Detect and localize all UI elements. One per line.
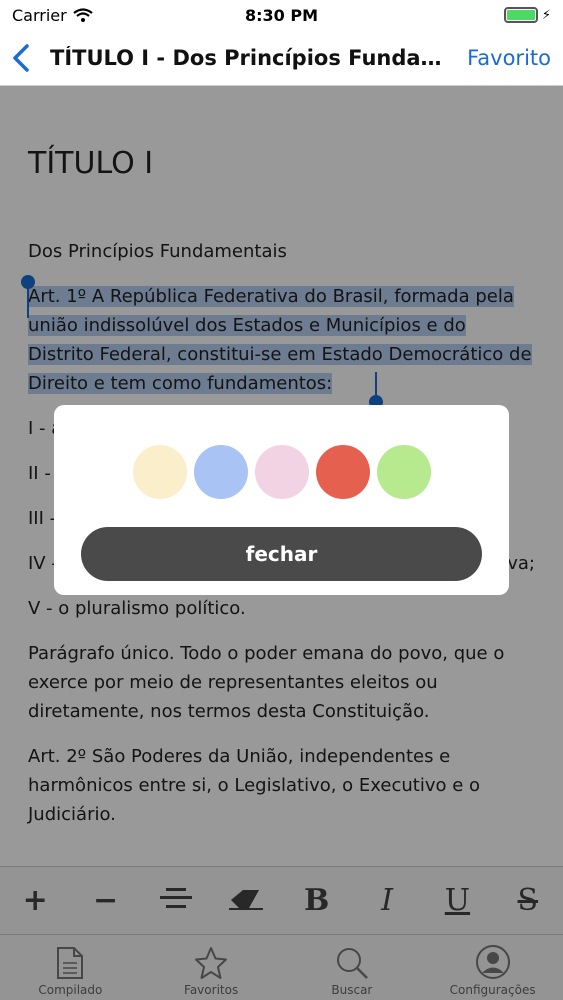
color-swatch-pink[interactable] xyxy=(254,445,309,499)
color-swatch-red[interactable] xyxy=(315,445,370,499)
nav-title: TÍTULO I - Dos Princípios Fundam... xyxy=(50,45,467,70)
status-bar: Carrier 8:30 PM ⚡ xyxy=(0,0,563,30)
status-time: 8:30 PM xyxy=(244,5,318,25)
color-swatch-row xyxy=(54,445,509,499)
highlight-color-modal: fechar xyxy=(54,405,509,595)
color-swatch-blue[interactable] xyxy=(193,445,248,499)
navigation-bar: TÍTULO I - Dos Princípios Fundam... Favo… xyxy=(0,30,563,86)
back-chevron-icon[interactable] xyxy=(12,40,40,76)
color-swatch-yellow[interactable] xyxy=(132,445,187,499)
close-button[interactable]: fechar xyxy=(81,527,482,581)
favorite-button[interactable]: Favorito xyxy=(467,46,551,70)
color-swatch-green[interactable] xyxy=(376,445,431,499)
